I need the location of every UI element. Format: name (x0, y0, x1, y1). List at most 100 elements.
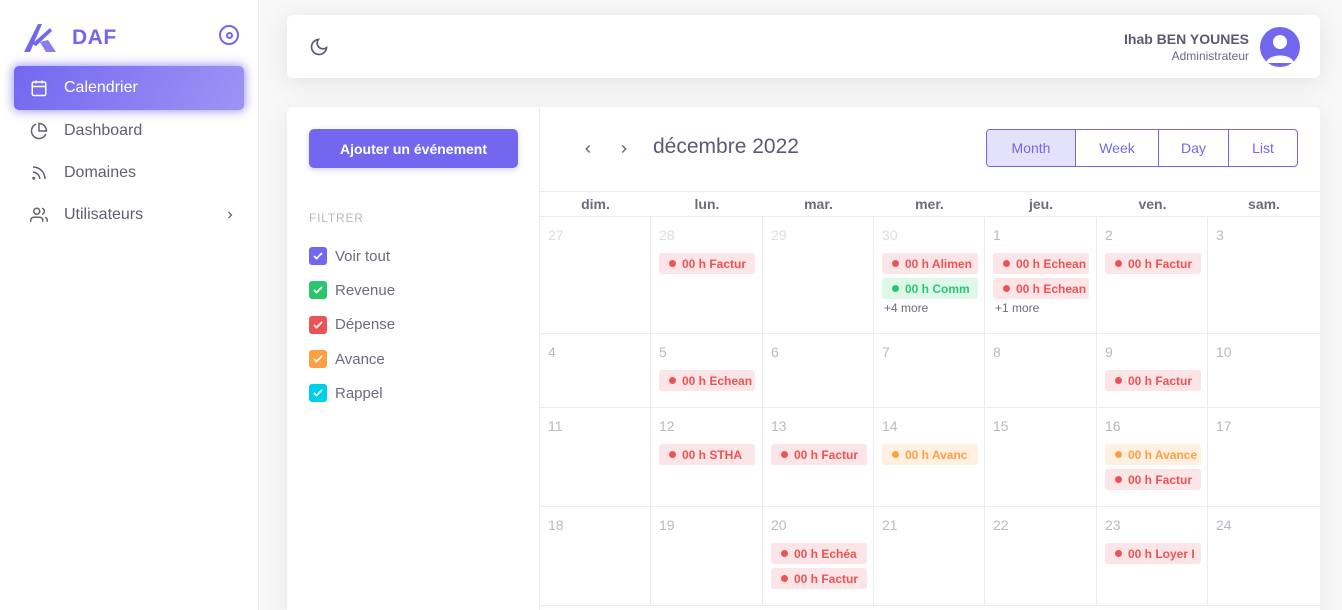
filter-avance[interactable]: Avance (309, 342, 395, 376)
calendar-event[interactable]: 00 h Factur (1105, 370, 1201, 391)
day-number[interactable]: 7 (882, 344, 984, 362)
day-number[interactable]: 19 (659, 517, 762, 535)
day-cell[interactable]: 1 00 h Echean 00 h Echean +1 more (985, 217, 1097, 333)
checkbox[interactable] (309, 281, 327, 300)
day-number[interactable]: 17 (1216, 418, 1320, 436)
calendar-event[interactable]: 00 h Alimen (882, 253, 978, 274)
day-cell[interactable]: 24 (1208, 507, 1320, 605)
sidebar-item-dashboard[interactable]: Dashboard (14, 110, 244, 152)
day-cell[interactable]: 7 (874, 334, 985, 407)
day-cell[interactable]: 19 (651, 507, 763, 605)
day-cell[interactable]: 8 (985, 334, 1097, 407)
day-number[interactable]: 24 (1216, 517, 1320, 535)
day-cell[interactable]: 11 (540, 408, 651, 506)
calendar-event[interactable]: 00 h Avanc (882, 444, 978, 465)
calendar-event[interactable]: 00 h Factur (1105, 253, 1201, 274)
day-cell[interactable]: 6 (763, 334, 874, 407)
sidebar-item-utilisateurs[interactable]: Utilisateurs (14, 194, 244, 236)
view-day-button[interactable]: Day (1159, 130, 1229, 166)
day-cell[interactable]: 5 00 h Echean (651, 334, 763, 407)
avatar[interactable] (1260, 27, 1300, 67)
calendar-event[interactable]: 00 h Echean (993, 253, 1089, 274)
day-number[interactable]: 20 (771, 517, 873, 535)
calendar-event[interactable]: 00 h STHA (659, 444, 755, 465)
day-number[interactable]: 9 (1105, 344, 1207, 362)
day-number[interactable]: 29 (771, 227, 873, 245)
calendar-event[interactable]: 00 h Factur (659, 253, 755, 274)
day-number[interactable]: 12 (659, 418, 762, 436)
day-number[interactable]: 11 (548, 418, 650, 436)
day-cell[interactable]: 18 (540, 507, 651, 605)
calendar-event[interactable]: 00 h Factur (771, 568, 867, 589)
day-cell[interactable]: 17 (1208, 408, 1320, 506)
day-cell[interactable]: 30 00 h Alimen 00 h Comm +4 more (874, 217, 985, 333)
next-month-button[interactable] (612, 139, 636, 159)
day-number[interactable]: 22 (993, 517, 1096, 535)
day-cell[interactable]: 23 00 h Loyer I (1097, 507, 1208, 605)
calendar-event[interactable]: 00 h Factur (771, 444, 867, 465)
day-cell[interactable]: 21 (874, 507, 985, 605)
day-cell[interactable]: 14 00 h Avanc (874, 408, 985, 506)
day-cell[interactable]: 4 (540, 334, 651, 407)
checkbox[interactable] (309, 384, 327, 403)
day-number[interactable]: 21 (882, 517, 984, 535)
prev-month-button[interactable] (576, 139, 600, 159)
calendar-event[interactable]: 00 h Echean (993, 278, 1089, 299)
brand[interactable]: DAF (22, 22, 117, 54)
day-cell[interactable]: 27 (540, 217, 651, 333)
day-cell[interactable]: 10 (1208, 334, 1320, 407)
day-number[interactable]: 10 (1216, 344, 1320, 362)
day-cell[interactable]: 16 00 h Avance 00 h Factur (1097, 408, 1208, 506)
day-number[interactable]: 18 (548, 517, 650, 535)
calendar-event[interactable]: 00 h Echéa (771, 543, 867, 564)
filter-dépense[interactable]: Dépense (309, 308, 395, 342)
day-cell[interactable]: 9 00 h Factur (1097, 334, 1208, 407)
calendar-event[interactable]: 00 h Factur (1105, 469, 1201, 490)
day-number[interactable]: 15 (993, 418, 1096, 436)
day-number[interactable]: 1 (993, 227, 1096, 245)
day-cell[interactable]: 3 (1208, 217, 1320, 333)
day-number[interactable]: 4 (548, 344, 650, 362)
day-number[interactable]: 8 (993, 344, 1096, 362)
sidebar-item-calendrier[interactable]: Calendrier (14, 66, 244, 110)
day-number[interactable]: 28 (659, 227, 762, 245)
day-cell[interactable]: 13 00 h Factur (763, 408, 874, 506)
day-number[interactable]: 30 (882, 227, 984, 245)
calendar-event[interactable]: 00 h Loyer I (1105, 543, 1201, 564)
day-number[interactable]: 23 (1105, 517, 1207, 535)
day-cell[interactable]: 15 (985, 408, 1097, 506)
user-menu[interactable]: Ihab BEN YOUNES Administrateur (1124, 27, 1300, 67)
checkbox[interactable] (309, 350, 327, 369)
day-cell[interactable]: 2 00 h Factur (1097, 217, 1208, 333)
day-cell[interactable]: 28 00 h Factur (651, 217, 763, 333)
view-week-button[interactable]: Week (1076, 130, 1159, 166)
calendar-event[interactable]: 00 h Avance (1105, 444, 1201, 465)
day-cell[interactable]: 12 00 h STHA (651, 408, 763, 506)
day-cell[interactable]: 29 (763, 217, 874, 333)
calendar-event[interactable]: 00 h Comm (882, 278, 978, 299)
day-number[interactable]: 5 (659, 344, 762, 362)
more-events-link[interactable]: +4 more (882, 301, 984, 315)
day-number[interactable]: 13 (771, 418, 873, 436)
view-list-button[interactable]: List (1229, 130, 1297, 166)
day-number[interactable]: 16 (1105, 418, 1207, 436)
day-number[interactable]: 3 (1216, 227, 1320, 245)
checkbox[interactable] (309, 315, 327, 334)
calendar-event[interactable]: 00 h Echean (659, 370, 755, 391)
day-number[interactable]: 27 (548, 227, 650, 245)
moon-icon[interactable] (309, 37, 329, 57)
view-month-button[interactable]: Month (987, 130, 1076, 166)
checkbox[interactable] (309, 247, 327, 266)
day-number[interactable]: 6 (771, 344, 873, 362)
sidebar-toggle-icon[interactable] (219, 25, 239, 45)
filter-voir-tout[interactable]: Voir tout (309, 239, 395, 273)
day-cell[interactable]: 20 00 h Echéa 00 h Factur (763, 507, 874, 605)
more-events-link[interactable]: +1 more (993, 301, 1096, 315)
day-number[interactable]: 14 (882, 418, 984, 436)
filter-rappel[interactable]: Rappel (309, 376, 395, 410)
day-number[interactable]: 2 (1105, 227, 1207, 245)
add-event-button[interactable]: Ajouter un événement (309, 129, 518, 168)
filter-revenue[interactable]: Revenue (309, 273, 395, 307)
day-cell[interactable]: 22 (985, 507, 1097, 605)
sidebar-item-domaines[interactable]: Domaines (14, 152, 244, 194)
